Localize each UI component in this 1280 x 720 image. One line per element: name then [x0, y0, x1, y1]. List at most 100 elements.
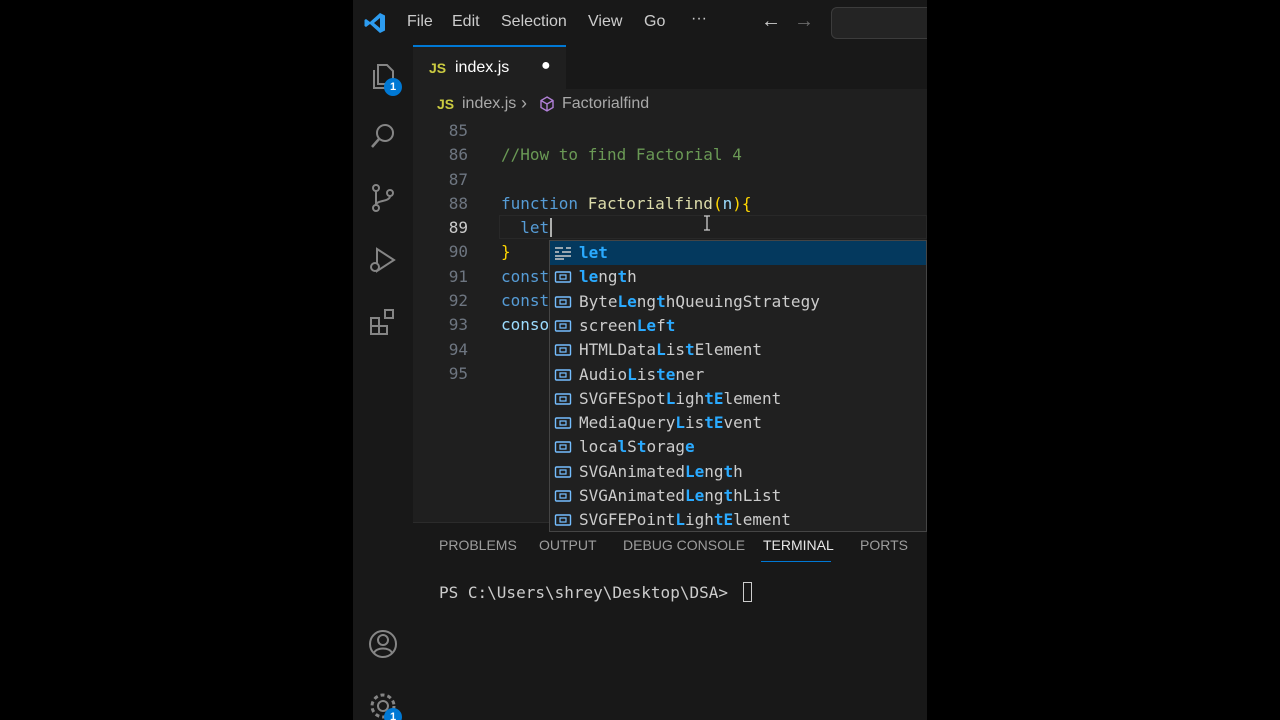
param-n: n: [722, 194, 733, 213]
terminal-cursor: [743, 582, 752, 602]
line-number-active: 89: [448, 218, 468, 237]
unsaved-dot-icon[interactable]: ●: [541, 57, 551, 75]
suggest-match: L: [665, 388, 676, 408]
keyword-function: function: [501, 194, 579, 213]
variable-icon: [554, 514, 572, 526]
code-line-let: let: [501, 218, 550, 237]
mouse-ibeam-icon: [704, 215, 710, 231]
suggest-widget[interactable]: let length ByteLengthQueuingStrategy scree…: [549, 240, 927, 532]
suggest-text: is: [636, 364, 657, 384]
variable-icon: [554, 490, 572, 502]
suggest-label: let: [579, 243, 608, 262]
account-icon[interactable]: [367, 628, 399, 660]
suggest-label: screenLeft: [579, 316, 675, 335]
suggest-label: SVGFEPointLightElement: [579, 510, 791, 529]
suggest-item[interactable]: AudioListener: [550, 363, 926, 387]
menu-file[interactable]: File: [407, 13, 433, 31]
suggest-label: HTMLDataListElement: [579, 340, 762, 359]
suggest-match: t: [723, 461, 734, 481]
suggest-label: SVGFESpotLightElement: [579, 389, 781, 408]
breadcrumb-symbol[interactable]: Factorialfind: [562, 95, 649, 113]
suggest-text: vent: [723, 413, 763, 433]
suggest-match: e: [684, 437, 695, 457]
suggest-item[interactable]: screenLeft: [550, 314, 926, 338]
suggest-label: localStorage: [579, 437, 695, 456]
suggest-match: L: [627, 364, 637, 384]
suggest-match: Le: [617, 291, 637, 311]
suggest-item[interactable]: length: [550, 265, 926, 289]
suggest-text: screen: [579, 315, 637, 335]
search-icon[interactable]: [367, 120, 399, 152]
back-arrow-icon[interactable]: ←: [761, 10, 781, 33]
suggest-item[interactable]: ByteLengthQueuingStrategy: [550, 290, 926, 314]
menu-selection[interactable]: Selection: [501, 13, 567, 31]
code-line-comment: //How to find Factorial 4: [501, 145, 742, 164]
line-number: 85: [448, 121, 468, 140]
line-number: 91: [448, 267, 468, 286]
variable-icon: [554, 271, 572, 283]
suggest-text: h: [627, 267, 637, 287]
suggest-text: igh: [675, 388, 705, 408]
suggest-item[interactable]: SVGFEPointLightElement: [550, 508, 926, 531]
suggest-item[interactable]: SVGAnimatedLength: [550, 460, 926, 484]
suggest-text: SVGAnimated: [579, 461, 685, 481]
forward-arrow-icon[interactable]: →: [794, 10, 814, 33]
tab-index-js[interactable]: JS index.js ●: [413, 45, 566, 89]
line-number: 88: [448, 194, 468, 213]
run-debug-icon[interactable]: [367, 244, 399, 276]
activity-bar: 1 1: [353, 45, 413, 720]
breadcrumb: JS index.js › Factorialfind: [413, 89, 927, 119]
breadcrumb-file[interactable]: index.js: [462, 95, 516, 113]
code-line-console: conso: [501, 315, 550, 334]
variable-icon: [554, 441, 572, 454]
menu-more[interactable]: ···: [691, 10, 707, 28]
suggest-item[interactable]: SVGFESpotLightElement: [550, 387, 926, 411]
explorer-badge: 1: [384, 78, 402, 96]
panel-tab-problems[interactable]: PROBLEMS: [439, 537, 517, 553]
suggest-item[interactable]: MediaQueryListEvent: [550, 411, 926, 435]
suggest-item[interactable]: HTMLDataListElement: [550, 338, 926, 362]
line-number: 94: [448, 340, 468, 359]
code-line-brace-close: }: [501, 242, 511, 261]
suggest-match: tE: [704, 413, 724, 433]
bottom-panel: PROBLEMS OUTPUT DEBUG CONSOLE TERMINAL P…: [413, 522, 927, 720]
suggest-item[interactable]: let: [550, 241, 926, 265]
editor-tab-bar: JS index.js ●: [413, 45, 927, 89]
suggest-text: MediaQuery: [579, 413, 676, 433]
terminal-tab-underline: [761, 561, 831, 562]
suggest-text: lement: [723, 388, 782, 408]
title-bar: File Edit Selection View Go ··· ← →: [353, 0, 927, 45]
suggest-item[interactable]: SVGAnimatedLengthList: [550, 484, 926, 508]
suggest-text: orag: [646, 437, 685, 457]
panel-tab-output[interactable]: OUTPUT: [539, 537, 597, 553]
suggest-text: SVGFEPoint: [579, 510, 676, 530]
extensions-icon[interactable]: [367, 306, 399, 338]
panel-tab-ports[interactable]: PORTS: [860, 537, 908, 553]
line-number: 92: [448, 291, 468, 310]
breadcrumb-js-icon: JS: [437, 96, 455, 112]
menu-view[interactable]: View: [588, 13, 622, 31]
suggest-match: L: [675, 510, 685, 530]
settings-badge: 1: [384, 708, 402, 720]
suggest-item[interactable]: localStorage: [550, 435, 926, 459]
suggest-text: is: [684, 413, 705, 433]
suggest-text: lement: [733, 510, 791, 530]
text-cursor: [550, 218, 552, 237]
suggest-text: hQueuingStrategy: [665, 291, 820, 311]
menu-go[interactable]: Go: [644, 13, 665, 31]
keyword-icon: [555, 247, 571, 260]
command-center-search[interactable]: [831, 7, 927, 39]
symbol-method-icon: [540, 96, 554, 112]
code-line-const: const: [501, 291, 550, 310]
panel-tab-debug-console[interactable]: DEBUG CONSOLE: [623, 537, 745, 553]
panel-tab-terminal[interactable]: TERMINAL: [763, 537, 834, 553]
variable-icon: [554, 465, 572, 478]
paren-open: (: [712, 194, 723, 213]
terminal-prompt[interactable]: PS C:\Users\shrey\Desktop\DSA>: [439, 583, 738, 602]
suggest-label: length: [579, 267, 637, 286]
menu-edit[interactable]: Edit: [452, 13, 480, 31]
paren-close: ): [732, 194, 742, 213]
suggest-text: is: [665, 340, 685, 360]
source-control-icon[interactable]: [367, 182, 399, 214]
suggest-label: ByteLengthQueuingStrategy: [579, 292, 820, 311]
